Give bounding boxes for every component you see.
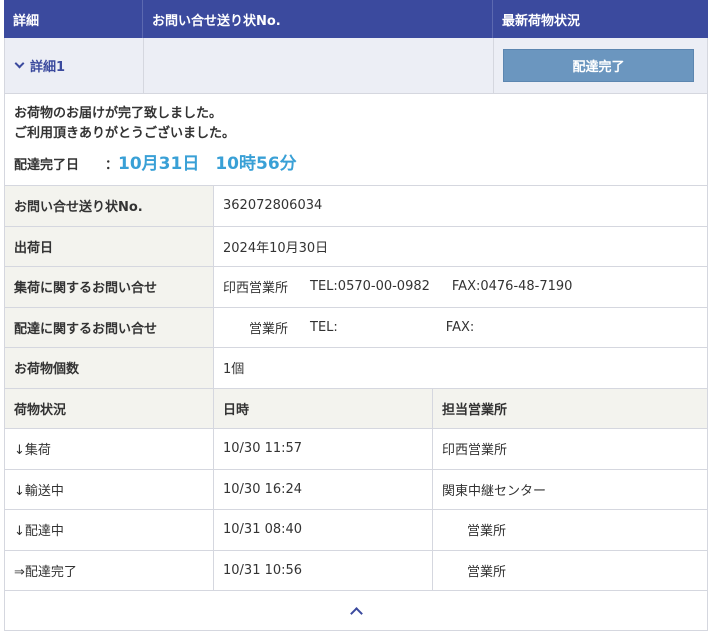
history-status: ⇒配達完了 xyxy=(5,550,214,590)
message-line-2: ご利用頂きありがとうございました。 xyxy=(14,126,236,141)
pickup-tel: TEL:0570-00-0982 xyxy=(310,279,430,295)
pickup-inquiry-label: 集荷に関するお問い合せ xyxy=(5,267,214,307)
ship-date-value: 2024年10月30日 xyxy=(223,240,329,256)
delivery-status-button[interactable]: 配達完了 xyxy=(503,49,694,82)
tracking-no-value: 362072806034 xyxy=(223,198,323,214)
info-row-pickup: 集荷に関するお問い合せ 印西営業所 TEL:0570-00-0982 FAX:0… xyxy=(4,267,708,308)
history-col-datetime: 日時 xyxy=(214,388,433,428)
header-detail: 詳細 xyxy=(4,0,143,38)
detail-tracking-cell xyxy=(144,38,494,93)
history-office: 営業所 xyxy=(467,524,507,540)
history-datetime: 10/31 10:56 xyxy=(214,550,433,590)
pickup-office: 印西営業所 xyxy=(223,281,289,297)
tracking-panel: 詳細 お問い合せ送り状No. 最新荷物状況 詳細1 配達完了 お荷物のお届けが完… xyxy=(4,0,708,631)
chevron-up-icon xyxy=(349,607,363,620)
table-header: 詳細 お問い合せ送り状No. 最新荷物状況 xyxy=(4,0,708,38)
history-office: 印西営業所 xyxy=(442,443,508,459)
table-row: ↓集荷 10/30 11:57 印西営業所 xyxy=(4,429,708,470)
detail-status-cell: 配達完了 xyxy=(494,38,707,93)
history-status: ↓輸送中 xyxy=(5,469,214,509)
history-office: 関東中継センター xyxy=(442,483,547,499)
chevron-down-icon xyxy=(14,58,25,69)
delivery-fax: FAX: xyxy=(445,319,475,335)
history-datetime: 10/30 11:57 xyxy=(214,429,433,469)
delivery-office: 営業所 xyxy=(249,321,289,337)
table-row: ↓輸送中 10/30 16:24 関東中継センター xyxy=(4,469,708,510)
tracking-no-label: お問い合せ送り状No. xyxy=(5,186,214,226)
info-row-delivery: 配達に関するお問い合せ 営業所 TEL: FAX: xyxy=(4,307,708,348)
history-status: ↓配達中 xyxy=(5,510,214,550)
history-office: 営業所 xyxy=(467,564,507,580)
delivery-message: お荷物のお届けが完了致しました。 ご利用頂きありがとうございました。 配達完了日… xyxy=(4,94,708,186)
header-tracking-no: お問い合せ送り状No. xyxy=(143,0,493,38)
delivery-completed-date: 配達完了日 ： 10月31日 10時56分 xyxy=(14,149,698,174)
info-row-tracking: お問い合せ送り状No. 362072806034 xyxy=(4,186,708,227)
info-row-ship-date: 出荷日 2024年10月30日 xyxy=(4,226,708,267)
delivery-inquiry-value: 営業所 TEL: FAX: xyxy=(214,308,707,348)
delivery-time: 10時56分 xyxy=(215,154,297,174)
detail-toggle-label: 詳細1 xyxy=(30,60,66,75)
detail-row: 詳細1 配達完了 xyxy=(4,38,708,94)
delivery-date-label: 配達完了日 xyxy=(14,158,80,173)
ship-date-label: 出荷日 xyxy=(5,226,214,266)
detail-toggle[interactable]: 詳細1 xyxy=(5,38,144,93)
table-row: ↓配達中 10/31 08:40 営業所 xyxy=(4,510,708,551)
history-datetime: 10/31 08:40 xyxy=(214,510,433,550)
delivery-date-value: 10月31日 10時56分 xyxy=(118,149,313,174)
history-col-status: 荷物状況 xyxy=(5,388,214,428)
pickup-inquiry-value: 印西営業所 TEL:0570-00-0982 FAX:0476-48-7190 xyxy=(214,267,707,307)
history-header: 荷物状況 日時 担当営業所 xyxy=(4,388,708,429)
history-status: ↓集荷 xyxy=(5,429,214,469)
pickup-fax: FAX:0476-48-7190 xyxy=(451,279,573,295)
history-col-office: 担当営業所 xyxy=(433,388,707,428)
message-line-1: お荷物のお届けが完了致しました。 xyxy=(14,106,223,121)
delivery-date: 10月31日 xyxy=(118,154,200,174)
header-latest-status: 最新荷物状況 xyxy=(502,13,581,29)
info-row-count: お荷物個数 1個 xyxy=(4,348,708,389)
package-count-value: 1個 xyxy=(223,362,245,378)
table-row: ⇒配達完了 10/31 10:56 営業所 xyxy=(4,550,708,591)
delivery-date-colon: ： xyxy=(105,158,119,173)
delivery-tel: TEL: xyxy=(310,319,338,335)
delivery-inquiry-label: 配達に関するお問い合せ xyxy=(5,307,214,347)
history-datetime: 10/30 16:24 xyxy=(214,469,433,509)
collapse-button[interactable] xyxy=(4,591,708,631)
package-count-label: お荷物個数 xyxy=(5,348,214,388)
